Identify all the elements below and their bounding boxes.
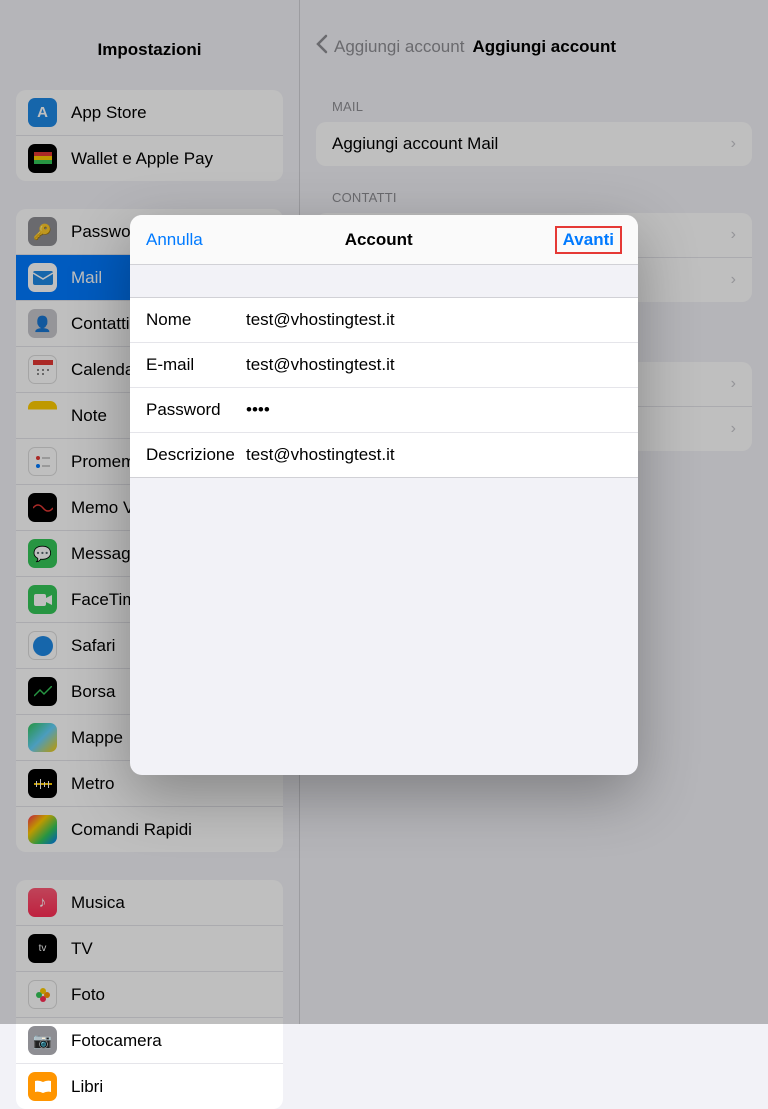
next-button[interactable]: Avanti	[555, 226, 622, 254]
sidebar-item-label: Libri	[71, 1077, 103, 1097]
field-nome[interactable]: Nome	[130, 298, 638, 343]
books-icon	[28, 1072, 57, 1101]
sidebar-item-label: Fotocamera	[71, 1031, 162, 1051]
modal-form: Nome E-mail Password •••• Descrizione	[130, 297, 638, 478]
account-modal: Annulla Account Avanti Nome E-mail Passw…	[130, 215, 638, 775]
modal-header: Annulla Account Avanti	[130, 215, 638, 265]
nome-input[interactable]	[246, 310, 622, 330]
field-label: E-mail	[146, 355, 246, 375]
descrizione-input[interactable]	[246, 445, 622, 465]
field-email[interactable]: E-mail	[130, 343, 638, 388]
cancel-button[interactable]: Annulla	[146, 230, 203, 250]
field-label: Password	[146, 400, 246, 420]
password-input[interactable]: ••••	[246, 400, 270, 420]
email-input[interactable]	[246, 355, 622, 375]
field-descrizione[interactable]: Descrizione	[130, 433, 638, 477]
camera-icon: 📷	[28, 1026, 57, 1055]
field-label: Descrizione	[146, 445, 246, 465]
sidebar-item-libri[interactable]: Libri	[16, 1063, 283, 1109]
field-password[interactable]: Password ••••	[130, 388, 638, 433]
modal-title: Account	[345, 230, 413, 250]
field-label: Nome	[146, 310, 246, 330]
